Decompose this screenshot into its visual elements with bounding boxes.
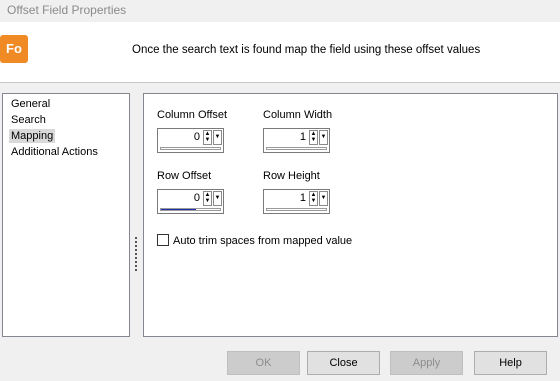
- column-width-spinner[interactable]: 1 ▲ ▼ ▼: [263, 128, 330, 153]
- row-offset-value[interactable]: 0: [160, 192, 200, 205]
- column-offset-up-down-icon[interactable]: ▲ ▼: [203, 130, 212, 145]
- row-offset-label: Row Offset: [157, 170, 212, 182]
- column-width-dropdown-icon[interactable]: ▼: [319, 130, 328, 145]
- column-offset-spinner[interactable]: 0 ▲ ▼ ▼: [157, 128, 224, 153]
- nav-item-general[interactable]: General: [9, 97, 52, 111]
- auto-trim-checkbox[interactable]: [157, 234, 169, 246]
- column-width-value[interactable]: 1: [266, 131, 306, 144]
- nav-item-mapping[interactable]: Mapping: [9, 129, 56, 143]
- nav-list: General Search Mapping Additional Action…: [2, 93, 130, 337]
- close-button[interactable]: Close: [307, 351, 380, 375]
- row-height-up-down-icon[interactable]: ▲ ▼: [309, 191, 318, 206]
- row-height-dropdown-icon[interactable]: ▼: [319, 191, 328, 206]
- row-offset-up-down-icon[interactable]: ▲ ▼: [203, 191, 212, 206]
- header-description: Once the search text is found map the fi…: [132, 44, 481, 56]
- app-logo-icon: Fo: [0, 35, 28, 63]
- column-offset-label: Column Offset: [157, 109, 228, 121]
- splitter-handle[interactable]: [135, 237, 139, 271]
- column-width-slider[interactable]: [266, 147, 327, 150]
- row-offset-focus-fill: [161, 209, 197, 210]
- row-height-slider[interactable]: [266, 208, 327, 211]
- auto-trim-label[interactable]: Auto trim spaces from mapped value: [173, 235, 352, 247]
- row-offset-slider[interactable]: [160, 208, 221, 211]
- header-separator: [0, 82, 560, 83]
- help-button[interactable]: Help: [474, 351, 547, 375]
- column-offset-slider[interactable]: [160, 147, 221, 150]
- row-offset-spinner[interactable]: 0 ▲ ▼ ▼: [157, 189, 224, 214]
- row-height-label: Row Height: [263, 170, 320, 182]
- row-height-spinner[interactable]: 1 ▲ ▼ ▼: [263, 189, 330, 214]
- header-panel: Once the search text is found map the fi…: [0, 22, 560, 82]
- row-offset-dropdown-icon[interactable]: ▼: [213, 191, 222, 206]
- column-offset-dropdown-icon[interactable]: ▼: [213, 130, 222, 145]
- nav-item-additional-actions[interactable]: Additional Actions: [9, 145, 100, 159]
- row-height-value[interactable]: 1: [266, 192, 306, 205]
- window-title: Offset Field Properties: [7, 3, 127, 17]
- title-bar: Offset Field Properties: [0, 0, 560, 22]
- column-width-label: Column Width: [263, 109, 333, 121]
- column-offset-value[interactable]: 0: [160, 131, 200, 144]
- nav-item-search[interactable]: Search: [9, 113, 48, 127]
- column-width-up-down-icon[interactable]: ▲ ▼: [309, 130, 318, 145]
- apply-button[interactable]: Apply: [390, 351, 463, 375]
- ok-button[interactable]: OK: [227, 351, 300, 375]
